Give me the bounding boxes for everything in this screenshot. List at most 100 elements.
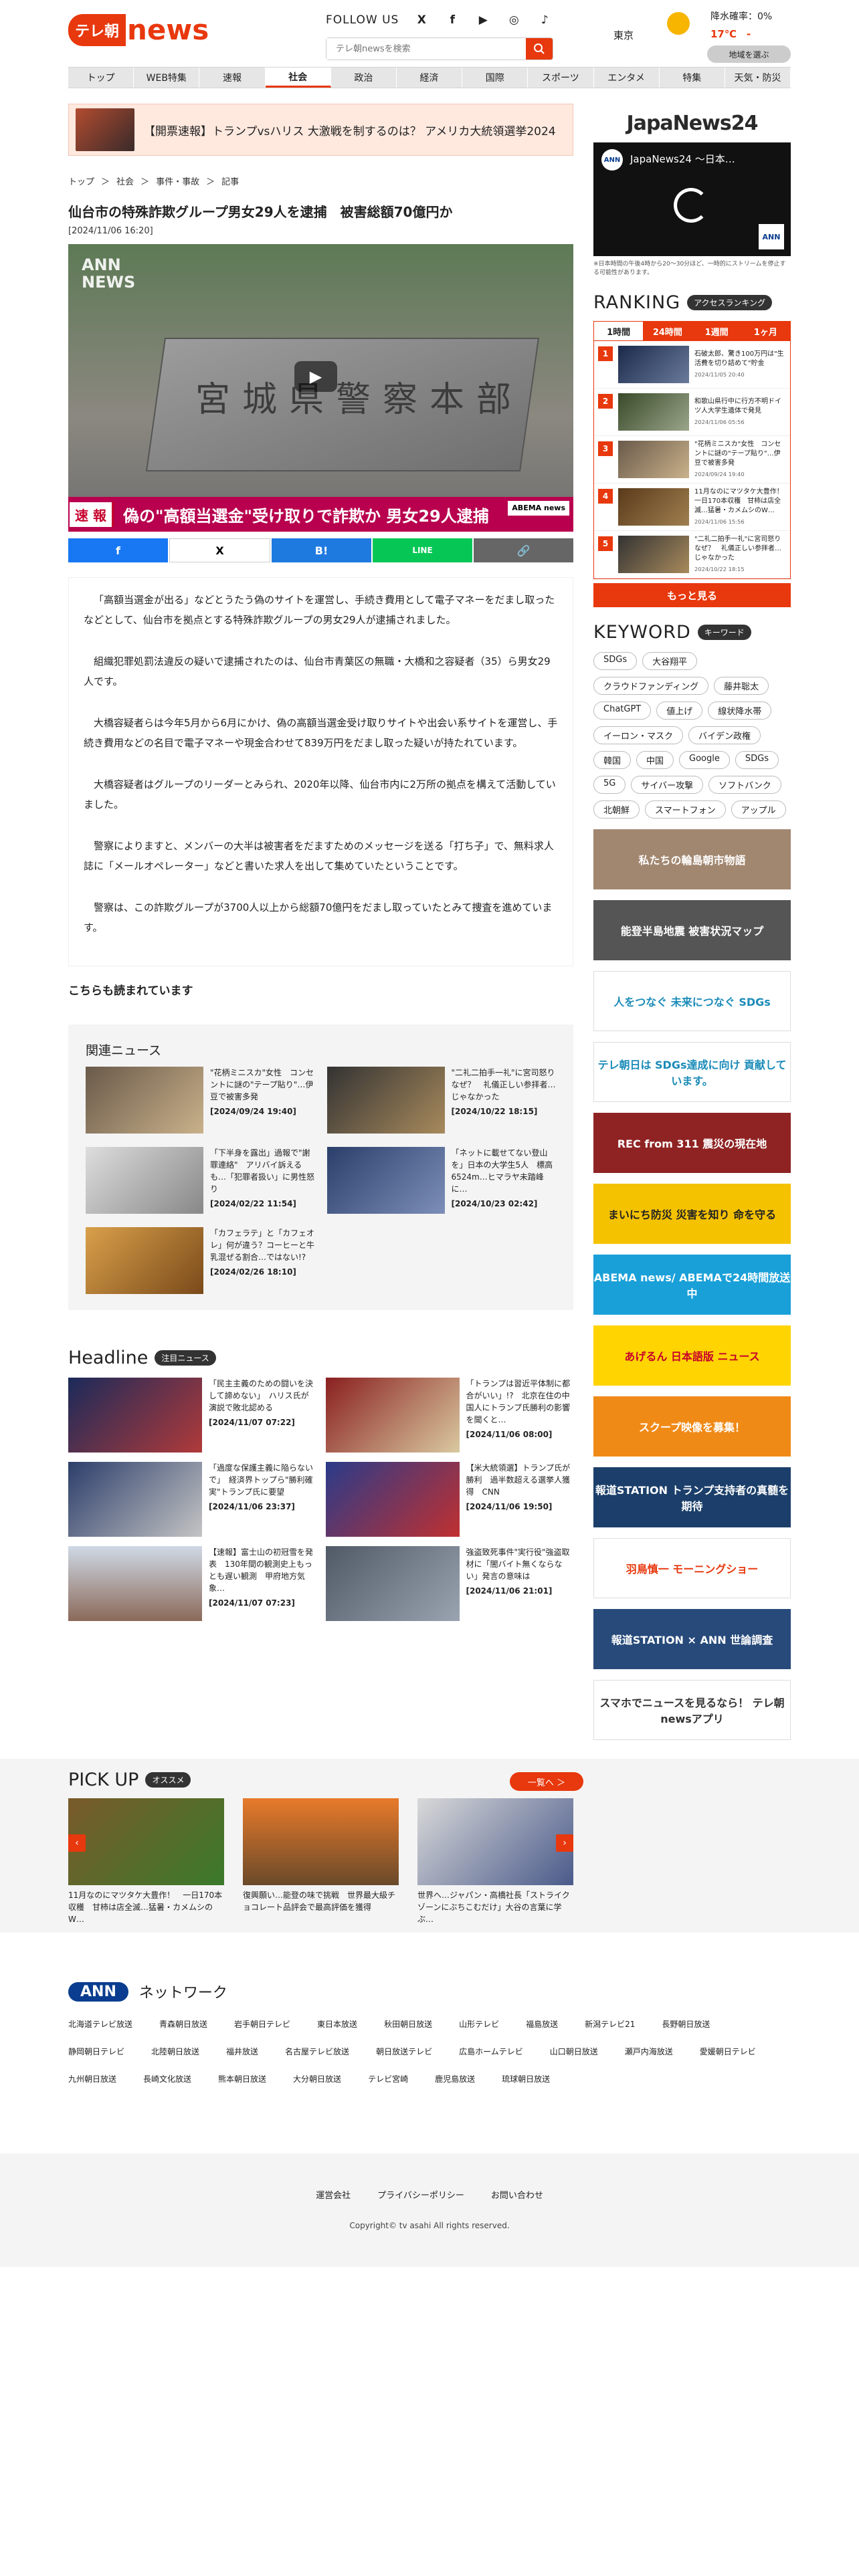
station-link[interactable]: 山口朝日放送: [550, 2046, 598, 2057]
related-item[interactable]: 「下半身を露出」過報で"謝罪連絡" アリバイ訴えるも…「犯罪者扱い」に男性怒り […: [86, 1147, 315, 1214]
station-link[interactable]: 静岡朝日テレビ: [68, 2046, 124, 2057]
sidebar-ad-banner[interactable]: スマホでニュースを見るなら！ テレ朝newsアプリ: [593, 1680, 791, 1740]
station-link[interactable]: 東日本放送: [317, 2018, 357, 2030]
related-item[interactable]: "花柄ミニスカ"女性 コンセントに謎の"テープ貼り"…伊豆で被害多発 [2024/…: [86, 1067, 315, 1134]
sidebar-ad-banner[interactable]: まいにち防災 災害を知り 命を守る: [593, 1184, 791, 1244]
nav-item-weather[interactable]: 天気・防災: [725, 68, 791, 88]
headline-item[interactable]: 「トランプは習近平体制に都合がいい」!? 北京在住の中国人にトランプ氏勝利の影響…: [325, 1378, 574, 1453]
sidebar-ad-banner[interactable]: REC from 311 震災の現在地: [593, 1113, 791, 1173]
keyword-chip[interactable]: 藤井聡太: [714, 677, 769, 695]
station-link[interactable]: 長崎文化放送: [143, 2073, 191, 2084]
japannews-logo[interactable]: JapaNews24: [593, 104, 791, 142]
keyword-chip[interactable]: ソフトバンク: [708, 776, 781, 794]
share-hatena-button[interactable]: B!: [272, 538, 371, 562]
keyword-chip[interactable]: サイバー攻撃: [631, 776, 704, 794]
carousel-next-icon[interactable]: ›: [556, 1834, 573, 1852]
carousel-prev-icon[interactable]: ‹: [68, 1834, 86, 1852]
keyword-chip[interactable]: SDGs: [735, 751, 779, 769]
footer-link-contact[interactable]: お問い合わせ: [491, 2188, 543, 2201]
headline-item[interactable]: 【速報】富士山の初冠雪を発表 130年間の観測史上もっとも遅い観測 甲府地方気象…: [68, 1546, 316, 1621]
nav-item-entertainment[interactable]: エンタメ: [594, 68, 660, 88]
station-link[interactable]: 熊本朝日放送: [218, 2073, 266, 2084]
pickup-item[interactable]: 11月なのにマツタケ大豊作！ 一日170本収穫 甘柿は店全滅…猛暑・カメムシのW…: [68, 1798, 224, 1925]
station-link[interactable]: 鹿児島放送: [435, 2073, 475, 2084]
ranking-item[interactable]: 3 "花柄ミニスカ"女性 コンセントに謎の"テープ貼り"…伊豆で被害多発 2024/…: [594, 436, 790, 484]
region-select-button[interactable]: 地域を選ぶ: [707, 45, 791, 63]
tab-1month[interactable]: 1ヶ月: [741, 322, 790, 340]
facebook-icon[interactable]: f: [444, 12, 460, 28]
nav-item-special[interactable]: 特集: [660, 68, 725, 88]
pickup-more-button[interactable]: 一覧へ ＞: [510, 1772, 583, 1791]
station-link[interactable]: 新潟テレビ21: [585, 2018, 635, 2030]
footer-link-privacy[interactable]: プライバシーポリシー: [377, 2188, 464, 2201]
station-link[interactable]: 愛媛朝日テレビ: [700, 2046, 756, 2057]
related-item[interactable]: 「カフェラテ」と「カフェオレ」何が違う？コーヒーと牛乳混ぜる割合…ではない!? […: [86, 1227, 315, 1294]
station-link[interactable]: 北陸朝日放送: [151, 2046, 199, 2057]
search-input[interactable]: [326, 38, 526, 60]
keyword-chip[interactable]: 線状降水帯: [708, 702, 772, 720]
tab-24hours[interactable]: 24時間: [643, 322, 692, 340]
sidebar-ad-banner[interactable]: ABEMA news/ ABEMAで24時間放送中: [593, 1255, 791, 1315]
site-logo[interactable]: テレ朝 news: [68, 13, 209, 46]
station-link[interactable]: 九州朝日放送: [68, 2073, 116, 2084]
station-link[interactable]: 名古屋テレビ放送: [285, 2046, 349, 2057]
related-item[interactable]: 「ネットに載せてない登山を」日本の大学生5人 標高6524m…ヒマラヤ未踏峰に……: [326, 1147, 557, 1214]
footer-link-company[interactable]: 運営会社: [316, 2188, 351, 2201]
station-link[interactable]: 秋田朝日放送: [384, 2018, 432, 2030]
sidebar-ad-banner[interactable]: 私たちの輪島朝市物語: [593, 829, 791, 889]
breadcrumb-incident[interactable]: 事件・事故: [156, 175, 199, 187]
station-link[interactable]: 大分朝日放送: [293, 2073, 341, 2084]
nav-item-politics[interactable]: 政治: [331, 68, 397, 88]
keyword-chip[interactable]: Google: [679, 751, 730, 769]
keyword-chip[interactable]: イーロン・マスク: [593, 726, 684, 744]
nav-item-sports[interactable]: スポーツ: [528, 68, 594, 88]
share-link-button[interactable]: 🔗: [474, 538, 573, 562]
headline-item[interactable]: 強盗致死事件"実行役"強盗取材に「闇バイト無くならない」発言の意味は [2024/…: [325, 1546, 574, 1621]
keyword-chip[interactable]: 値上げ: [656, 702, 703, 720]
station-link[interactable]: テレビ宮崎: [368, 2073, 408, 2084]
keyword-chip[interactable]: バイデン政権: [688, 726, 761, 744]
keyword-chip[interactable]: 大谷翔平: [642, 652, 698, 670]
nav-item-breaking[interactable]: 速報: [199, 68, 266, 88]
station-link[interactable]: 朝日放送テレビ: [376, 2046, 432, 2057]
sidebar-ad-banner[interactable]: あげるん 日本語版 ニュース: [593, 1325, 791, 1386]
pickup-item[interactable]: 世界へ…ジャパン・高橋社長「ストライクゾーンにぶちこむだけ」大谷の言葉に学ぶ…: [417, 1798, 573, 1925]
share-line-button[interactable]: LINE: [373, 538, 472, 562]
station-link[interactable]: 福島放送: [526, 2018, 558, 2030]
headline-item[interactable]: 「民主主義のための闘いを決して諦めない」 ハリス氏が演説で敗北認める [2024/…: [68, 1378, 316, 1453]
keyword-chip[interactable]: スマートフォン: [645, 800, 726, 819]
youtube-icon[interactable]: ▶: [475, 12, 491, 28]
sidebar-ad-banner[interactable]: 報道STATION トランプ支持者の真髄を期待: [593, 1467, 791, 1527]
x-icon[interactable]: X: [413, 12, 430, 28]
station-link[interactable]: 福井放送: [226, 2046, 258, 2057]
sidebar-ad-banner[interactable]: スクープ映像を募集！: [593, 1396, 791, 1457]
station-link[interactable]: 山形テレビ: [459, 2018, 499, 2030]
keyword-chip[interactable]: クラウドファンディング: [593, 677, 709, 695]
search-button[interactable]: [526, 38, 553, 60]
ranking-more-button[interactable]: もっと見る: [593, 583, 791, 607]
share-facebook-button[interactable]: f: [68, 538, 168, 562]
play-icon[interactable]: ▶: [294, 361, 337, 392]
headline-item[interactable]: 「過度な保護主義に陥らないで」 経済界トップら"勝利確実"トランプ氏に要望 [20…: [68, 1462, 316, 1537]
keyword-chip[interactable]: 北朝鮮: [593, 800, 640, 819]
pickup-item[interactable]: 復興願い…能登の味で挑戦 世界最大級チョコレート品評会で最高評価を獲得: [243, 1798, 399, 1925]
share-x-button[interactable]: X: [169, 538, 270, 562]
instagram-icon[interactable]: ◎: [506, 12, 522, 28]
sidebar-ad-banner[interactable]: 人をつなぐ 未来につなぐ SDGs: [593, 971, 791, 1031]
nav-item-society[interactable]: 社会: [265, 68, 331, 88]
tab-1hour[interactable]: 1時間: [594, 322, 644, 340]
station-link[interactable]: 瀬戸内海放送: [625, 2046, 673, 2057]
breadcrumb-society[interactable]: 社会: [116, 175, 134, 187]
video-player[interactable]: 宮城県警察本部 ANN NEWS ▶ 速 報 偽の"高額当選金"受け取りで詐欺か…: [68, 244, 573, 532]
ranking-item[interactable]: 2 和歌山県行中に行方不明ドイツ人大学生遺体で発見 2024/11/06 05:56: [594, 389, 790, 436]
breadcrumb-top[interactable]: トップ: [68, 175, 94, 187]
sidebar-ad-banner[interactable]: 報道STATION × ANN 世論調査: [593, 1609, 791, 1669]
japannews-video[interactable]: ANN JapaNews24 ～日本… ANN: [593, 142, 791, 256]
station-link[interactable]: 広島ホームテレビ: [459, 2046, 523, 2057]
station-link[interactable]: 北海道テレビ放送: [68, 2018, 132, 2030]
sidebar-ad-banner[interactable]: テレ朝日は SDGs達成に向け 貢献しています。: [593, 1042, 791, 1102]
election-banner[interactable]: 【開票速報】トランプvsハリス 大激戦を制するのは？ アメリカ大統領選挙2024: [68, 104, 573, 156]
tab-1week[interactable]: 1週間: [692, 322, 741, 340]
keyword-chip[interactable]: SDGs: [593, 652, 638, 670]
headline-item[interactable]: 【米大統領選】トランプ氏が勝利 過半数超える選挙人獲得 CNN [2024/11/…: [325, 1462, 574, 1537]
